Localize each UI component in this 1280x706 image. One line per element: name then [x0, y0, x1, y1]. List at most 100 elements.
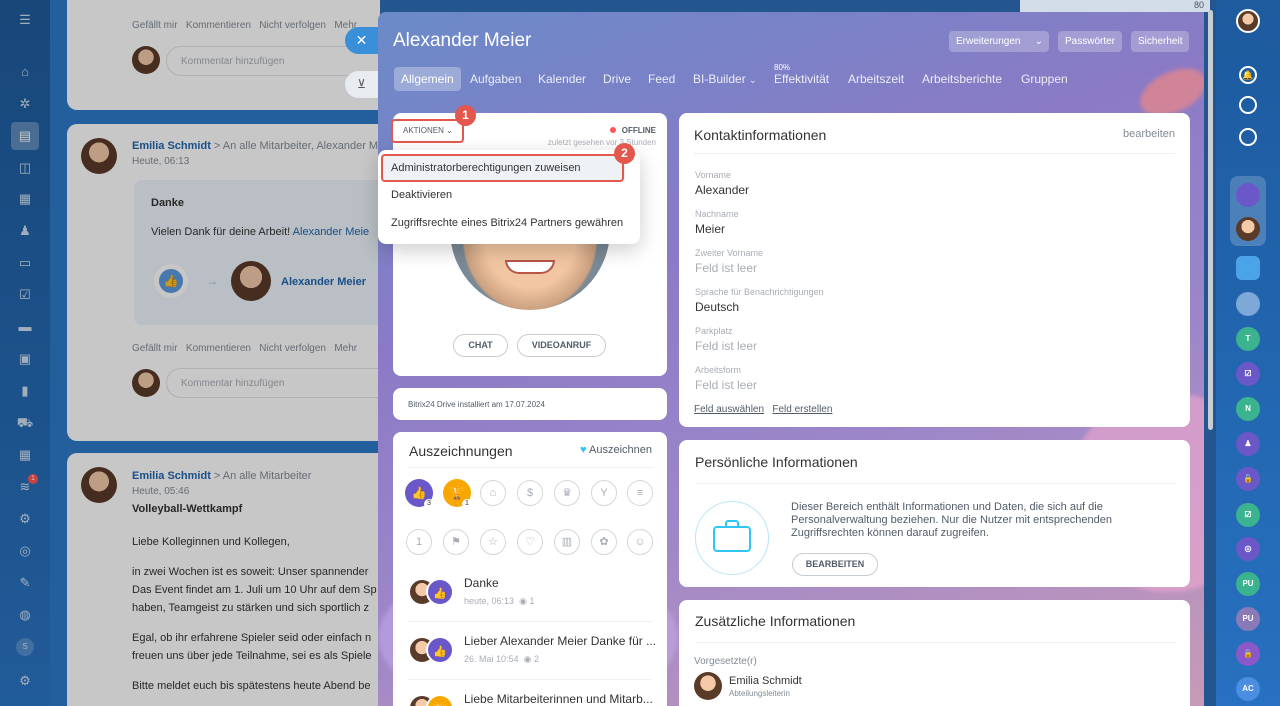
- chat-button[interactable]: CHAT: [453, 334, 508, 357]
- highlight-admin-item: [381, 154, 624, 182]
- group-chat-icon[interactable]: ♟: [1236, 432, 1260, 456]
- tab-arbeitsberichte[interactable]: Arbeitsberichte: [922, 67, 1002, 91]
- awards-title: Auszeichnungen: [409, 443, 513, 459]
- profile-slider: Alexander Meier Erweiterungen ⌄ Passwörte…: [378, 12, 1204, 706]
- video-call-button[interactable]: VIDEOANRUF: [517, 334, 606, 357]
- edit-personal-button[interactable]: BEARBEITEN: [792, 553, 878, 576]
- tab-bi-builder[interactable]: BI-Builder ⌄: [693, 67, 757, 91]
- gift-award-icon[interactable]: ⌂: [480, 480, 506, 506]
- supervisor-avatar[interactable]: [694, 672, 722, 700]
- notifications-icon[interactable]: 🔔: [1239, 66, 1257, 84]
- views-icon: ◉: [523, 654, 532, 664]
- lock-chat-icon[interactable]: 🔒: [1236, 642, 1260, 666]
- award-title: Liebe Mitarbeiterinnen und Mitarb...: [464, 692, 653, 706]
- cocktail-award-icon[interactable]: Y: [591, 480, 617, 506]
- search-icon[interactable]: [1239, 128, 1257, 146]
- field-last-name: Nachname Meier: [695, 209, 739, 236]
- views-icon: ◉: [519, 596, 527, 606]
- chevron-down-icon: ⌄: [749, 75, 757, 85]
- chat-avatar[interactable]: PU: [1236, 607, 1260, 631]
- drive-info: Bitrix24 Drive installiert am 17.07.2024: [408, 400, 545, 409]
- supervisor-name[interactable]: Emilia Schmidt: [729, 675, 802, 687]
- select-field-link[interactable]: Feld auswählen: [694, 404, 764, 415]
- field-first-name: Vorname Alexander: [695, 170, 750, 197]
- award-meta: heute, 06:13 ◉ 1: [464, 596, 535, 606]
- copilot-chat-icon[interactable]: ◎: [1236, 537, 1260, 561]
- chat-avatar[interactable]: [1236, 217, 1260, 241]
- extensions-button[interactable]: Erweiterungen ⌄: [949, 31, 1049, 52]
- smile-award-icon[interactable]: ☺: [627, 529, 653, 555]
- profile-name: Alexander Meier: [393, 30, 532, 51]
- scrollbar[interactable]: [1208, 10, 1213, 430]
- passwords-button[interactable]: Passwörter: [1058, 31, 1123, 52]
- tab-effektivitaet[interactable]: 80% Effektivität: [774, 63, 829, 91]
- group-icon[interactable]: [1236, 292, 1260, 316]
- field-parking: Parkplatz Feld ist leer: [695, 326, 758, 353]
- like-award-icon[interactable]: 👍 3: [405, 479, 434, 509]
- contact-title: Kontaktinformationen: [694, 127, 827, 143]
- awards-card: Auszeichnungen ♥ Auszeichnen 👍 3 🏆 1 ⌂ $ ♛…: [393, 432, 667, 706]
- personal-info-text: Dieser Bereich enthält Informationen und…: [791, 501, 1113, 539]
- cake-award-icon[interactable]: ≡: [627, 480, 653, 506]
- supervisor-label: Vorgesetzte(r): [694, 656, 757, 667]
- beer-award-icon[interactable]: ▥: [554, 529, 580, 555]
- copilot-icon[interactable]: [1239, 96, 1257, 114]
- flower-award-icon[interactable]: ✿: [591, 529, 617, 555]
- minimize-slider-button[interactable]: ⊻: [345, 71, 378, 98]
- close-slider-button[interactable]: ✕: [345, 27, 378, 54]
- create-field-link[interactable]: Feld erstellen: [772, 404, 832, 415]
- contact-card: Kontaktinformationen bearbeiten Vorname A…: [679, 113, 1190, 427]
- give-award-button[interactable]: ♥ Auszeichnen: [580, 444, 652, 456]
- tab-drive[interactable]: Drive: [603, 67, 631, 91]
- highlight-actions: [391, 119, 464, 143]
- tab-feed[interactable]: Feed: [648, 67, 675, 91]
- tab-kalender[interactable]: Kalender: [538, 67, 586, 91]
- chevron-down-icon: ⌄: [1034, 36, 1043, 47]
- profile-avatar[interactable]: [1236, 9, 1260, 33]
- chat-avatar[interactable]: AC: [1236, 677, 1260, 701]
- number-one-award-icon[interactable]: 1: [406, 529, 432, 555]
- tasks-chat-icon[interactable]: ☑: [1236, 503, 1260, 527]
- tab-gruppen[interactable]: Gruppen: [1021, 67, 1068, 91]
- lock-chat-icon[interactable]: 🔒: [1236, 467, 1260, 491]
- feed-widget: 80: [1020, 0, 1210, 12]
- edit-contact-link[interactable]: bearbeiten: [1123, 128, 1175, 140]
- field-middle-name: Zweiter Vorname Feld ist leer: [695, 248, 764, 275]
- tab-allgemein[interactable]: Allgemein: [394, 67, 461, 91]
- menu-item-deactivate[interactable]: Deaktivieren: [391, 189, 452, 201]
- like-award-icon: 👍: [426, 636, 454, 664]
- personal-info-card: Persönliche Informationen Dieser Bereich…: [679, 440, 1190, 587]
- award-count: 1: [462, 499, 472, 509]
- personal-title: Persönliche Informationen: [695, 454, 858, 470]
- field-language: Sprache für Benachrichtigungen Deutsch: [695, 287, 824, 314]
- like-award-icon: 👍: [426, 578, 454, 606]
- cup-award-icon[interactable]: 🏆 1: [443, 479, 472, 509]
- field-links: Feld auswählen Feld erstellen: [694, 404, 832, 415]
- chat-avatar[interactable]: T: [1236, 327, 1260, 351]
- additional-title: Zusätzliche Informationen: [695, 613, 856, 629]
- chat-avatar[interactable]: PU: [1236, 572, 1260, 596]
- heart-icon: ♥: [580, 444, 587, 456]
- star-award-icon[interactable]: ☆: [480, 529, 506, 555]
- drive-info-card: Bitrix24 Drive installiert am 17.07.2024: [393, 388, 667, 420]
- chat-icon[interactable]: [1236, 183, 1260, 207]
- heart-award-icon[interactable]: ♡: [517, 529, 543, 555]
- menu-item-partner-access[interactable]: Zugriffsrechte eines Bitrix24 Partners g…: [391, 217, 623, 229]
- flag-award-icon[interactable]: ⚑: [443, 529, 469, 555]
- chat-avatar[interactable]: N: [1236, 397, 1260, 421]
- supervisor-role: Abteilungsleiterin: [729, 689, 790, 698]
- security-button[interactable]: Sicherheit: [1131, 31, 1190, 52]
- crown-award-icon[interactable]: ♛: [554, 480, 580, 506]
- award-title: Danke: [464, 576, 499, 590]
- step-marker-2: 2: [614, 143, 635, 164]
- right-sidebar: 🔔 T ☑ N ♟ 🔒 ☑ ◎ PU PU 🔒 AC: [1216, 0, 1280, 706]
- tab-arbeitszeit[interactable]: Arbeitszeit: [848, 67, 904, 91]
- status-badge: OFFLINE: [609, 126, 656, 135]
- tab-aufgaben[interactable]: Aufgaben: [470, 67, 521, 91]
- money-award-icon[interactable]: $: [517, 480, 543, 506]
- last-seen: zuletzt gesehen vor 3 Stunden: [547, 138, 656, 147]
- tasks-chat-icon[interactable]: ☑: [1236, 362, 1260, 386]
- chat-icon[interactable]: [1236, 256, 1260, 280]
- award-meta: 26. Mai 10:54 ◉ 2: [464, 654, 539, 664]
- status-dot-icon: [609, 127, 616, 133]
